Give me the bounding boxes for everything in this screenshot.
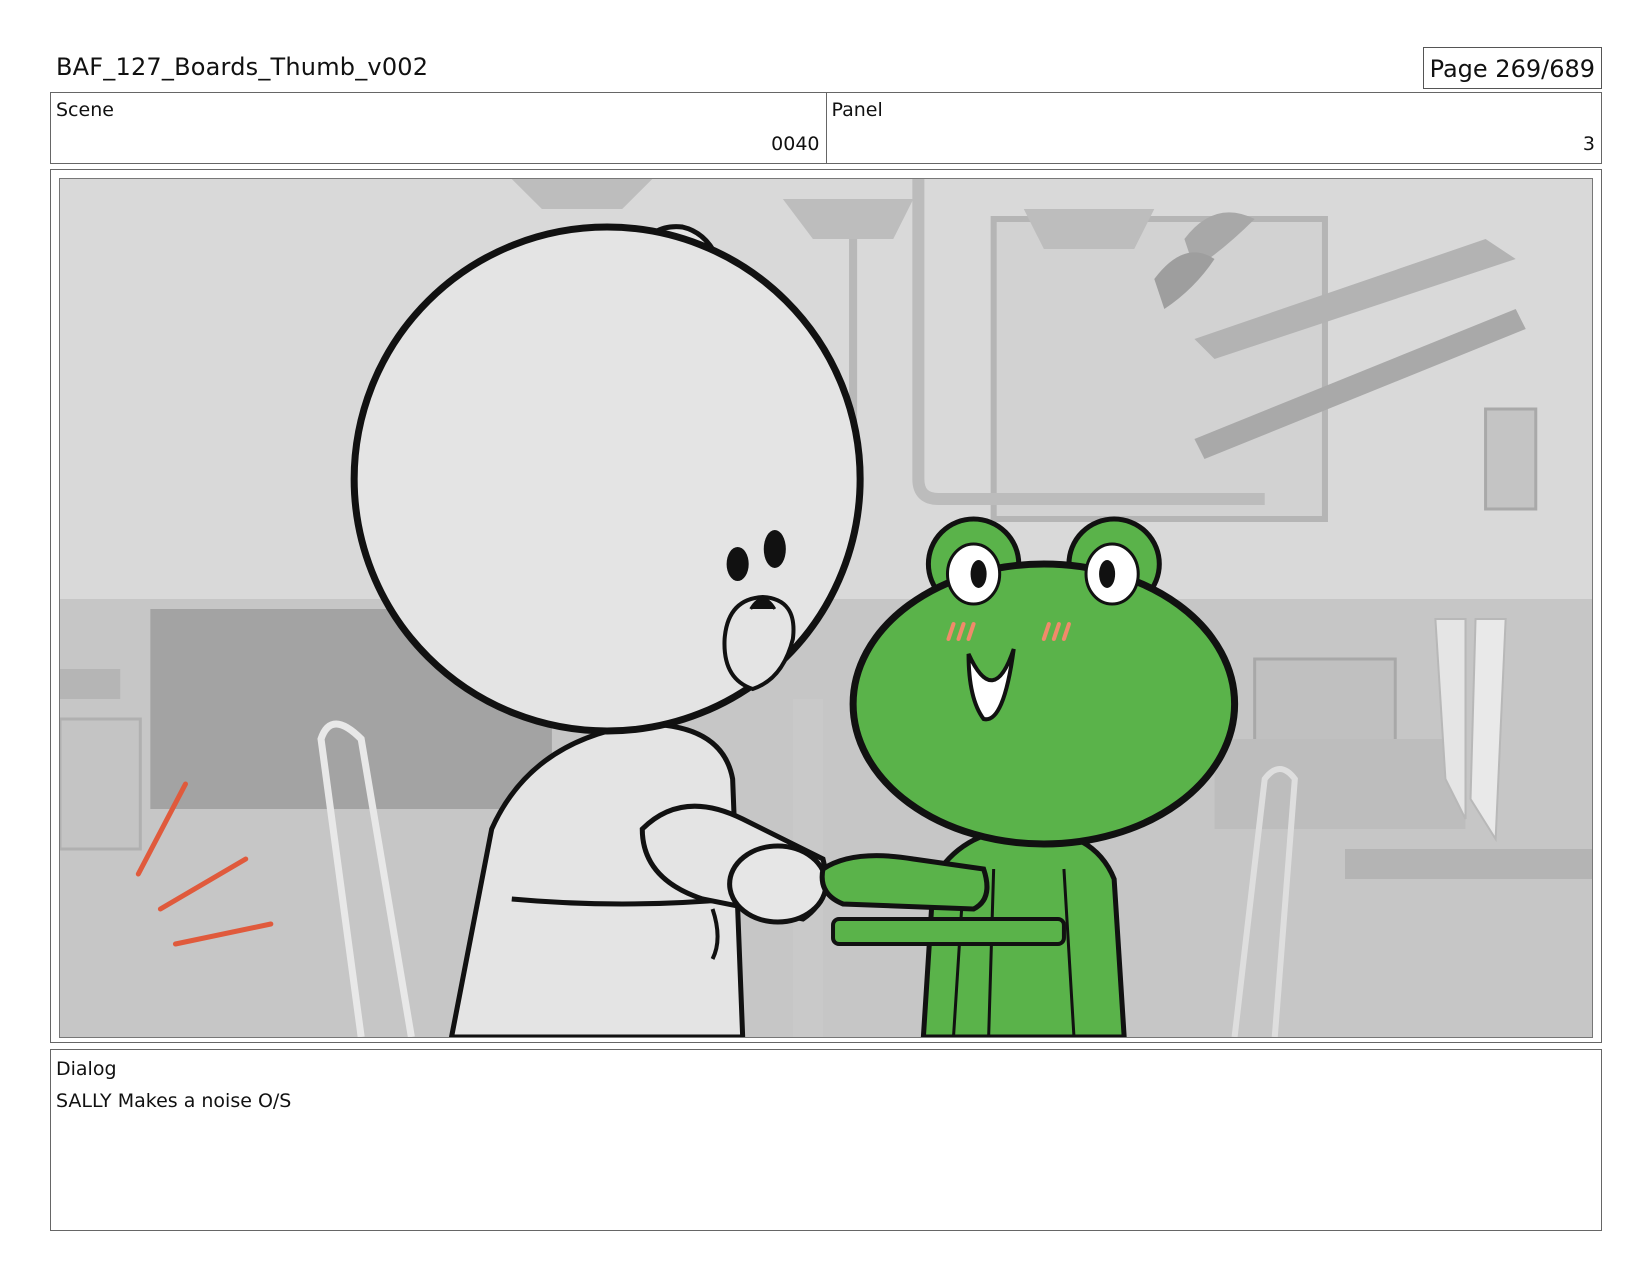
panel-label: Panel bbox=[831, 99, 883, 121]
frog-hand bbox=[831, 917, 1066, 946]
storyboard-image bbox=[59, 178, 1593, 1038]
bear-paw bbox=[727, 843, 829, 925]
scene-panel-header: Scene 0040 Panel 3 bbox=[50, 92, 1602, 164]
bear-eye bbox=[763, 530, 786, 568]
kitchen-window bbox=[990, 216, 1328, 522]
panel-cell: Panel 3 bbox=[825, 93, 1602, 163]
storyboard-frame bbox=[50, 169, 1602, 1043]
bear-eye bbox=[726, 547, 749, 581]
frog-arm bbox=[819, 853, 990, 912]
frog-head bbox=[849, 560, 1239, 848]
scene-cell: Scene 0040 bbox=[51, 93, 826, 163]
dialog-text: SALLY Makes a noise O/S bbox=[56, 1090, 292, 1112]
page-number: Page 269/689 bbox=[1422, 47, 1602, 89]
dialog-section: Dialog SALLY Makes a noise O/S bbox=[50, 1049, 1602, 1231]
dialog-label: Dialog bbox=[56, 1058, 117, 1080]
storyboard-drawing bbox=[60, 179, 1592, 1037]
scene-number: 0040 bbox=[771, 133, 820, 155]
document-title: BAF_127_Boards_Thumb_v002 bbox=[56, 53, 429, 81]
ceiling-lamp bbox=[1023, 209, 1155, 249]
panel-number: 3 bbox=[1582, 133, 1595, 155]
scene-label: Scene bbox=[56, 99, 114, 121]
